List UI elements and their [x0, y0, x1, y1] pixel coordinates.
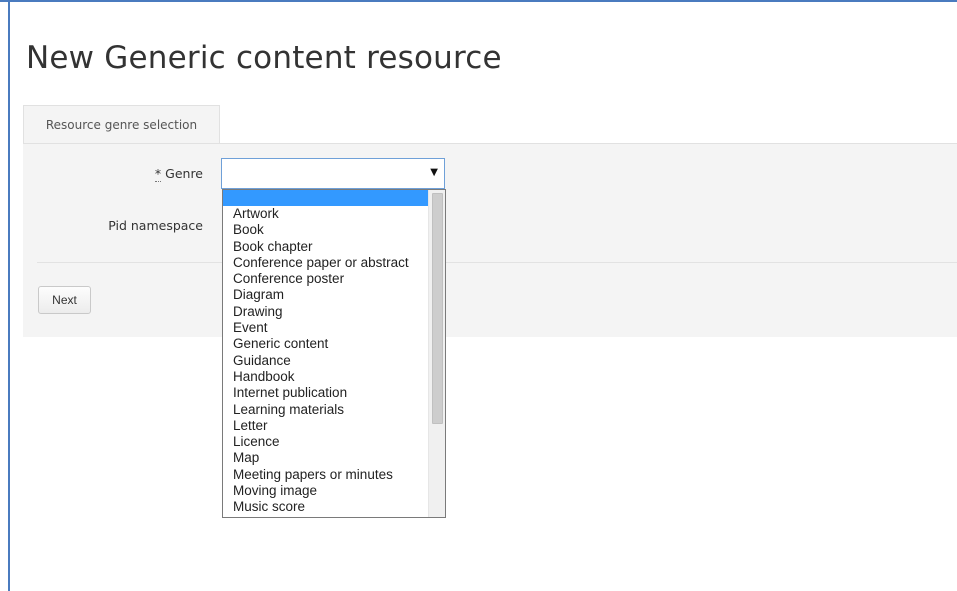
genre-option[interactable]: Book	[223, 222, 445, 238]
genre-option[interactable]: Letter	[223, 418, 445, 434]
genre-option[interactable]: Music score	[223, 499, 445, 515]
genre-option[interactable]: Book chapter	[223, 239, 445, 255]
genre-option[interactable]: Moving image	[223, 483, 445, 499]
genre-option[interactable]: Guidance	[223, 353, 445, 369]
dropdown-scrollbar[interactable]	[428, 190, 445, 517]
tab-resource-genre-selection[interactable]: Resource genre selection	[23, 105, 220, 144]
genre-option[interactable]: Meeting papers or minutes	[223, 467, 445, 483]
genre-option[interactable]: Event	[223, 320, 445, 336]
page-title: New Generic content resource	[26, 40, 502, 76]
genre-select[interactable]: ▼	[221, 158, 445, 189]
genre-dropdown-list[interactable]: Artwork Book Book chapter Conference pap…	[222, 189, 446, 518]
genre-option[interactable]: Drawing	[223, 304, 445, 320]
genre-label: * Genre	[23, 166, 203, 182]
required-marker: *	[154, 166, 162, 182]
genre-option[interactable]: Handbook	[223, 369, 445, 385]
window-left-border	[8, 0, 10, 591]
tab-label: Resource genre selection	[45, 118, 198, 132]
genre-option[interactable]: Conference paper or abstract	[223, 255, 445, 271]
window-top-border	[0, 0, 957, 2]
next-button[interactable]: Next	[38, 286, 91, 314]
dropdown-arrow-icon: ▼	[430, 167, 438, 178]
genre-label-text: Genre	[165, 166, 203, 181]
scrollbar-thumb[interactable]	[432, 193, 443, 424]
genre-option-empty[interactable]	[223, 190, 445, 206]
genre-option[interactable]: Diagram	[223, 287, 445, 303]
genre-option[interactable]: Learning materials	[223, 402, 445, 418]
form-panel: * Genre Pid namespace Next	[23, 143, 957, 337]
genre-option[interactable]: Licence	[223, 434, 445, 450]
pid-namespace-label: Pid namespace	[108, 218, 203, 233]
genre-option[interactable]: Artwork	[223, 206, 445, 222]
form-divider	[37, 262, 957, 263]
genre-option[interactable]: Map	[223, 450, 445, 466]
genre-option[interactable]: Internet publication	[223, 385, 445, 401]
genre-option[interactable]: Conference poster	[223, 271, 445, 287]
genre-option[interactable]: Generic content	[223, 336, 445, 352]
